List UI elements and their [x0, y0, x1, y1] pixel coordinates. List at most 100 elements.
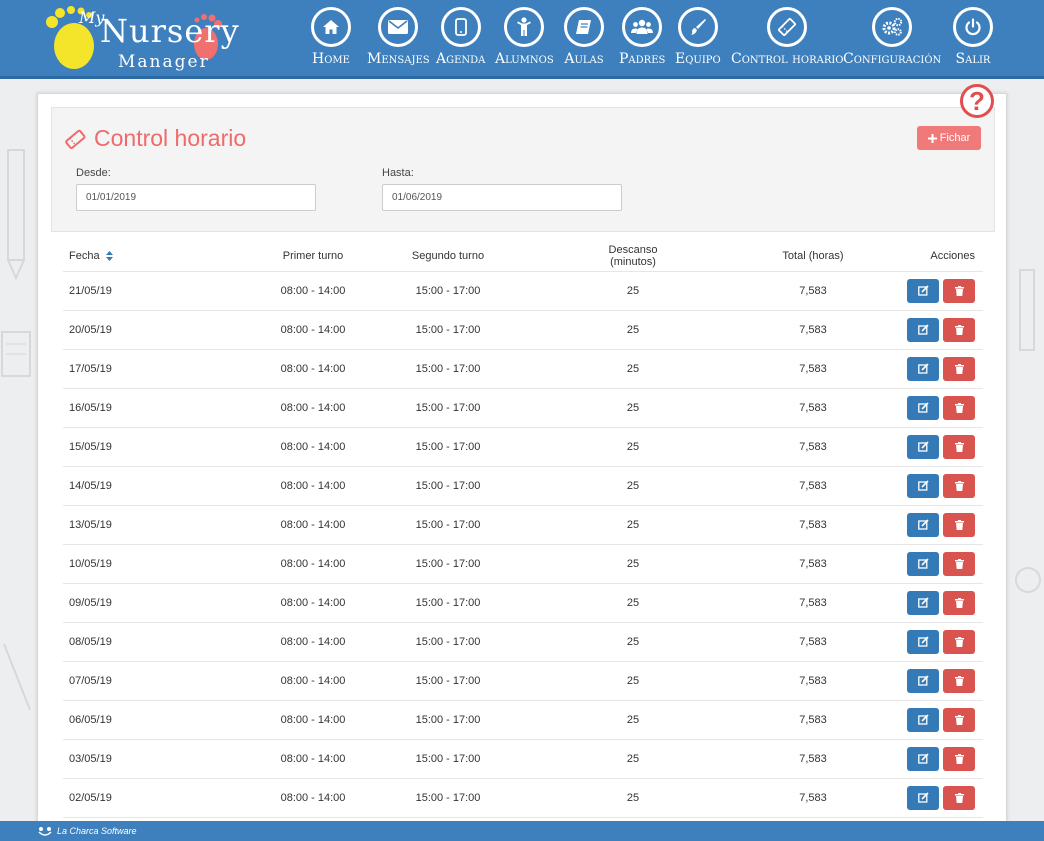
cell-descanso: 25 [626, 558, 640, 570]
trash-icon [954, 362, 964, 377]
delete-button[interactable] [943, 630, 975, 654]
edit-icon [917, 323, 929, 338]
nav-item-equipo[interactable]: Equipo [675, 7, 721, 67]
cell-segundo-turno: 15:00 - 17:00 [415, 480, 481, 492]
cell-primer-turno: 08:00 - 14:00 [280, 675, 346, 687]
gears-icon [872, 7, 913, 47]
edit-button[interactable] [907, 786, 939, 810]
nav-item-salir[interactable]: Salir [953, 7, 993, 67]
cell-total: 7,583 [799, 480, 827, 492]
edit-icon [917, 596, 929, 611]
cell-primer-turno: 08:00 - 14:00 [280, 636, 346, 648]
nav-label: Alumnos [495, 51, 554, 67]
cell-descanso: 25 [626, 480, 640, 492]
header-fecha-label: Fecha [69, 249, 100, 262]
delete-button[interactable] [943, 708, 975, 732]
cell-primer-turno: 08:00 - 14:00 [280, 480, 346, 492]
edit-button[interactable] [907, 279, 939, 303]
nav-item-control-horario[interactable]: Control horario [731, 7, 844, 67]
delete-button[interactable] [943, 279, 975, 303]
nav-item-home[interactable]: Home [311, 7, 351, 67]
header-acciones: Acciones [930, 249, 975, 262]
delete-button[interactable] [943, 591, 975, 615]
cell-acciones [858, 435, 983, 459]
cell-segundo-turno: 15:00 - 17:00 [415, 519, 481, 531]
hasta-date-input[interactable] [382, 184, 622, 211]
edit-button[interactable] [907, 591, 939, 615]
delete-button[interactable] [943, 474, 975, 498]
cell-acciones [858, 786, 983, 810]
help-icon[interactable]: ? [960, 84, 994, 118]
envelope-icon [378, 7, 419, 47]
child-icon [504, 7, 545, 47]
table-row: 20/05/19 08:00 - 14:00 15:00 - 17:00 25 7,58… [63, 311, 983, 350]
users-icon [622, 7, 663, 47]
cell-fecha: 02/05/19 [69, 792, 112, 804]
edit-button[interactable] [907, 513, 939, 537]
cell-total: 7,583 [799, 675, 827, 687]
delete-button[interactable] [943, 357, 975, 381]
edit-button[interactable] [907, 630, 939, 654]
edit-button[interactable] [907, 318, 939, 342]
edit-icon [917, 362, 929, 377]
cell-descanso: 25 [626, 636, 640, 648]
header-fecha[interactable]: Fecha [63, 250, 193, 262]
edit-button[interactable] [907, 357, 939, 381]
table-row: 10/05/19 08:00 - 14:00 15:00 - 17:00 25 7,58… [63, 545, 983, 584]
delete-button[interactable] [943, 513, 975, 537]
cell-total: 7,583 [799, 792, 827, 804]
cell-total: 7,583 [799, 402, 827, 414]
delete-button[interactable] [943, 786, 975, 810]
cell-segundo-turno: 15:00 - 17:00 [415, 558, 481, 570]
cell-total: 7,583 [799, 753, 827, 765]
edit-icon [917, 713, 929, 728]
cell-primer-turno: 08:00 - 14:00 [280, 324, 346, 336]
trash-icon [954, 479, 964, 494]
nav-item-mensajes[interactable]: Mensajes [367, 7, 430, 67]
cell-descanso: 25 [626, 792, 640, 804]
header-segundo-turno: Segundo turno [411, 249, 485, 262]
header-total: Total (horas) [782, 249, 844, 262]
cell-segundo-turno: 15:00 - 17:00 [415, 792, 481, 804]
delete-button[interactable] [943, 318, 975, 342]
nav-item-aulas[interactable]: Aulas [564, 7, 604, 67]
edit-button[interactable] [907, 708, 939, 732]
edit-button[interactable] [907, 435, 939, 459]
edit-icon [917, 518, 929, 533]
edit-button[interactable] [907, 747, 939, 771]
frog-logo-icon [38, 827, 52, 836]
edit-button[interactable] [907, 396, 939, 420]
delete-button[interactable] [943, 552, 975, 576]
page-title: Control horario [64, 125, 246, 152]
nav-item-padres[interactable]: Padres [619, 7, 665, 67]
sort-icon [105, 250, 113, 261]
delete-button[interactable] [943, 747, 975, 771]
trash-icon [954, 596, 964, 611]
desde-date-input[interactable] [76, 184, 316, 211]
delete-button[interactable] [943, 669, 975, 693]
cell-acciones [858, 552, 983, 576]
nav-item-alumnos[interactable]: Alumnos [495, 7, 554, 67]
nav-label: Equipo [675, 51, 721, 67]
trash-icon [954, 713, 964, 728]
nav-item-configuracion[interactable]: Configuración [843, 7, 941, 67]
cell-descanso: 25 [626, 363, 640, 375]
cell-total: 7,583 [799, 285, 827, 297]
nav-item-agenda[interactable]: Agenda [436, 7, 485, 67]
table-header: Fecha Primer turno Segundo turno Descans… [63, 240, 983, 272]
footer: La Charca Software [0, 821, 1044, 841]
edit-icon [917, 557, 929, 572]
cell-descanso: 25 [626, 324, 640, 336]
edit-button[interactable] [907, 552, 939, 576]
delete-button[interactable] [943, 396, 975, 420]
edit-button[interactable] [907, 474, 939, 498]
fichar-button[interactable]: Fichar [917, 126, 981, 150]
table-row: 21/05/19 08:00 - 14:00 15:00 - 17:00 25 7,58… [63, 272, 983, 311]
table-row: 08/05/19 08:00 - 14:00 15:00 - 17:00 25 7,58… [63, 623, 983, 662]
delete-button[interactable] [943, 435, 975, 459]
cell-fecha: 07/05/19 [69, 675, 112, 687]
edit-button[interactable] [907, 669, 939, 693]
brush-icon [677, 7, 718, 47]
cell-total: 7,583 [799, 324, 827, 336]
cell-acciones [858, 708, 983, 732]
